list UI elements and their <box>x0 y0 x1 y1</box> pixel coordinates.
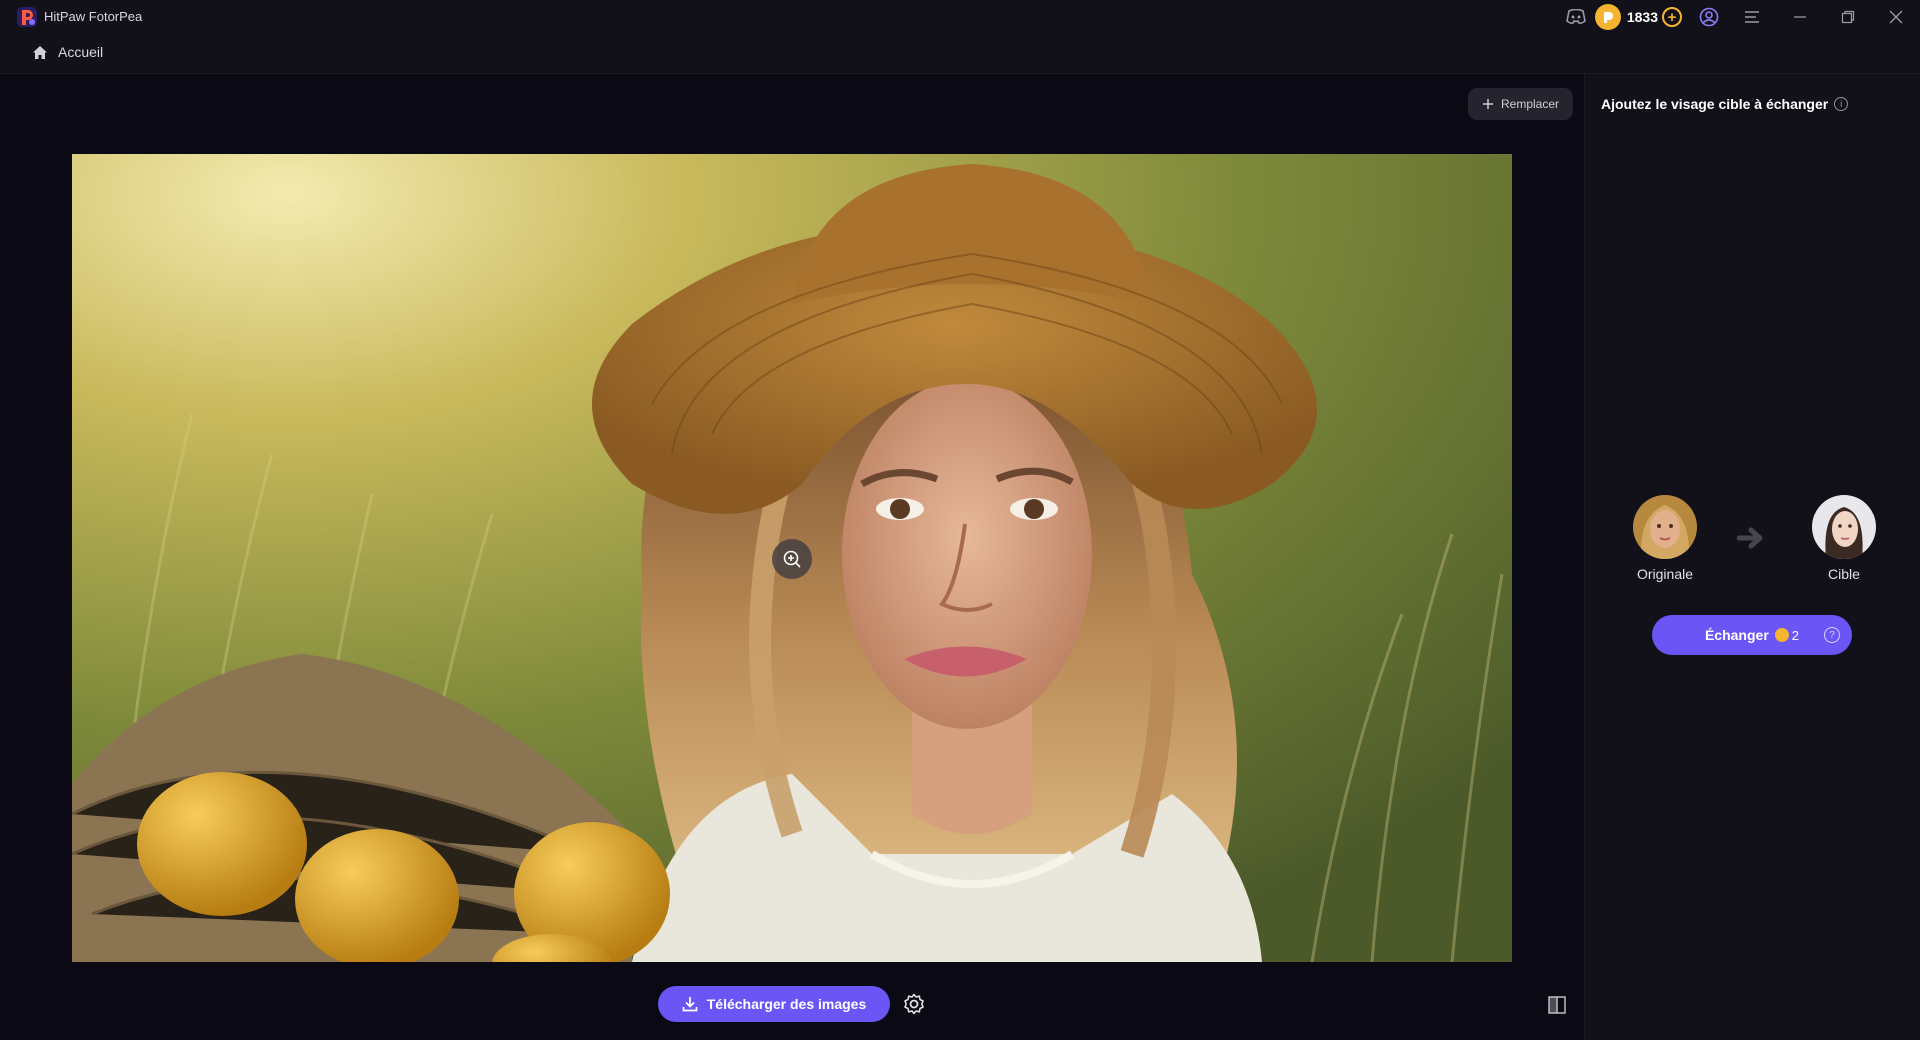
home-label: Accueil <box>58 44 104 60</box>
title-bar: HitPaw FotorPea 1833 + <box>0 0 1920 34</box>
maximize-icon <box>1841 10 1855 24</box>
download-label: Télécharger des images <box>706 996 867 1012</box>
menu-button[interactable] <box>1728 0 1776 34</box>
help-icon[interactable]: ? <box>1824 627 1840 643</box>
zoom-button[interactable] <box>772 539 812 579</box>
zoom-in-icon <box>783 550 801 568</box>
coin-icon <box>1594 4 1621 30</box>
original-face-image <box>1633 495 1697 559</box>
swap-label: Échanger <box>1704 627 1769 643</box>
compare-button[interactable] <box>1546 994 1568 1016</box>
minimize-icon <box>1794 16 1806 18</box>
target-label: Cible <box>1828 566 1860 582</box>
account-button[interactable] <box>1690 0 1728 34</box>
coin-icon <box>1774 628 1789 642</box>
app-logo-icon <box>17 7 37 27</box>
menu-icon <box>1745 11 1759 23</box>
original-face-thumbnail[interactable] <box>1633 495 1697 559</box>
settings-icon <box>904 993 924 1015</box>
add-coins-icon[interactable]: + <box>1662 7 1682 27</box>
panel-title-text: Ajoutez le visage cible à échanger <box>1601 96 1829 112</box>
arrow-right-icon <box>1737 527 1763 549</box>
download-button[interactable]: Télécharger des images <box>658 986 890 1022</box>
app-title: HitPaw FotorPea <box>44 9 143 24</box>
face-swap-panel: Ajoutez le visage cible à échanger i <box>1584 74 1920 1040</box>
swap-button[interactable]: Échanger 2 ? <box>1652 615 1852 655</box>
plus-icon <box>1482 99 1493 109</box>
compare-icon <box>1548 996 1566 1014</box>
settings-button[interactable] <box>900 990 928 1018</box>
target-face-image <box>1812 495 1876 559</box>
maximize-button[interactable] <box>1824 0 1872 34</box>
home-icon <box>33 45 47 59</box>
nav-bar: Accueil <box>0 34 1920 74</box>
coin-balance[interactable]: 1833 + <box>1594 4 1682 30</box>
replace-button[interactable]: Remplacer <box>1468 88 1573 120</box>
home-link[interactable]: Accueil <box>32 44 103 60</box>
swap-cost: 2 <box>1791 627 1800 643</box>
minimize-button[interactable] <box>1776 0 1824 34</box>
replace-label: Remplacer <box>1500 97 1560 111</box>
download-icon <box>682 997 698 1012</box>
original-label: Originale <box>1636 566 1694 582</box>
account-icon <box>1699 7 1719 27</box>
target-face-thumbnail[interactable] <box>1812 495 1876 559</box>
coin-count: 1833 <box>1626 9 1658 25</box>
close-icon <box>1889 10 1903 24</box>
discord-icon <box>1565 9 1586 25</box>
panel-title: Ajoutez le visage cible à échanger i <box>1601 96 1849 112</box>
close-button[interactable] <box>1872 0 1920 34</box>
discord-button[interactable] <box>1557 0 1595 34</box>
info-icon[interactable]: i <box>1834 97 1849 111</box>
